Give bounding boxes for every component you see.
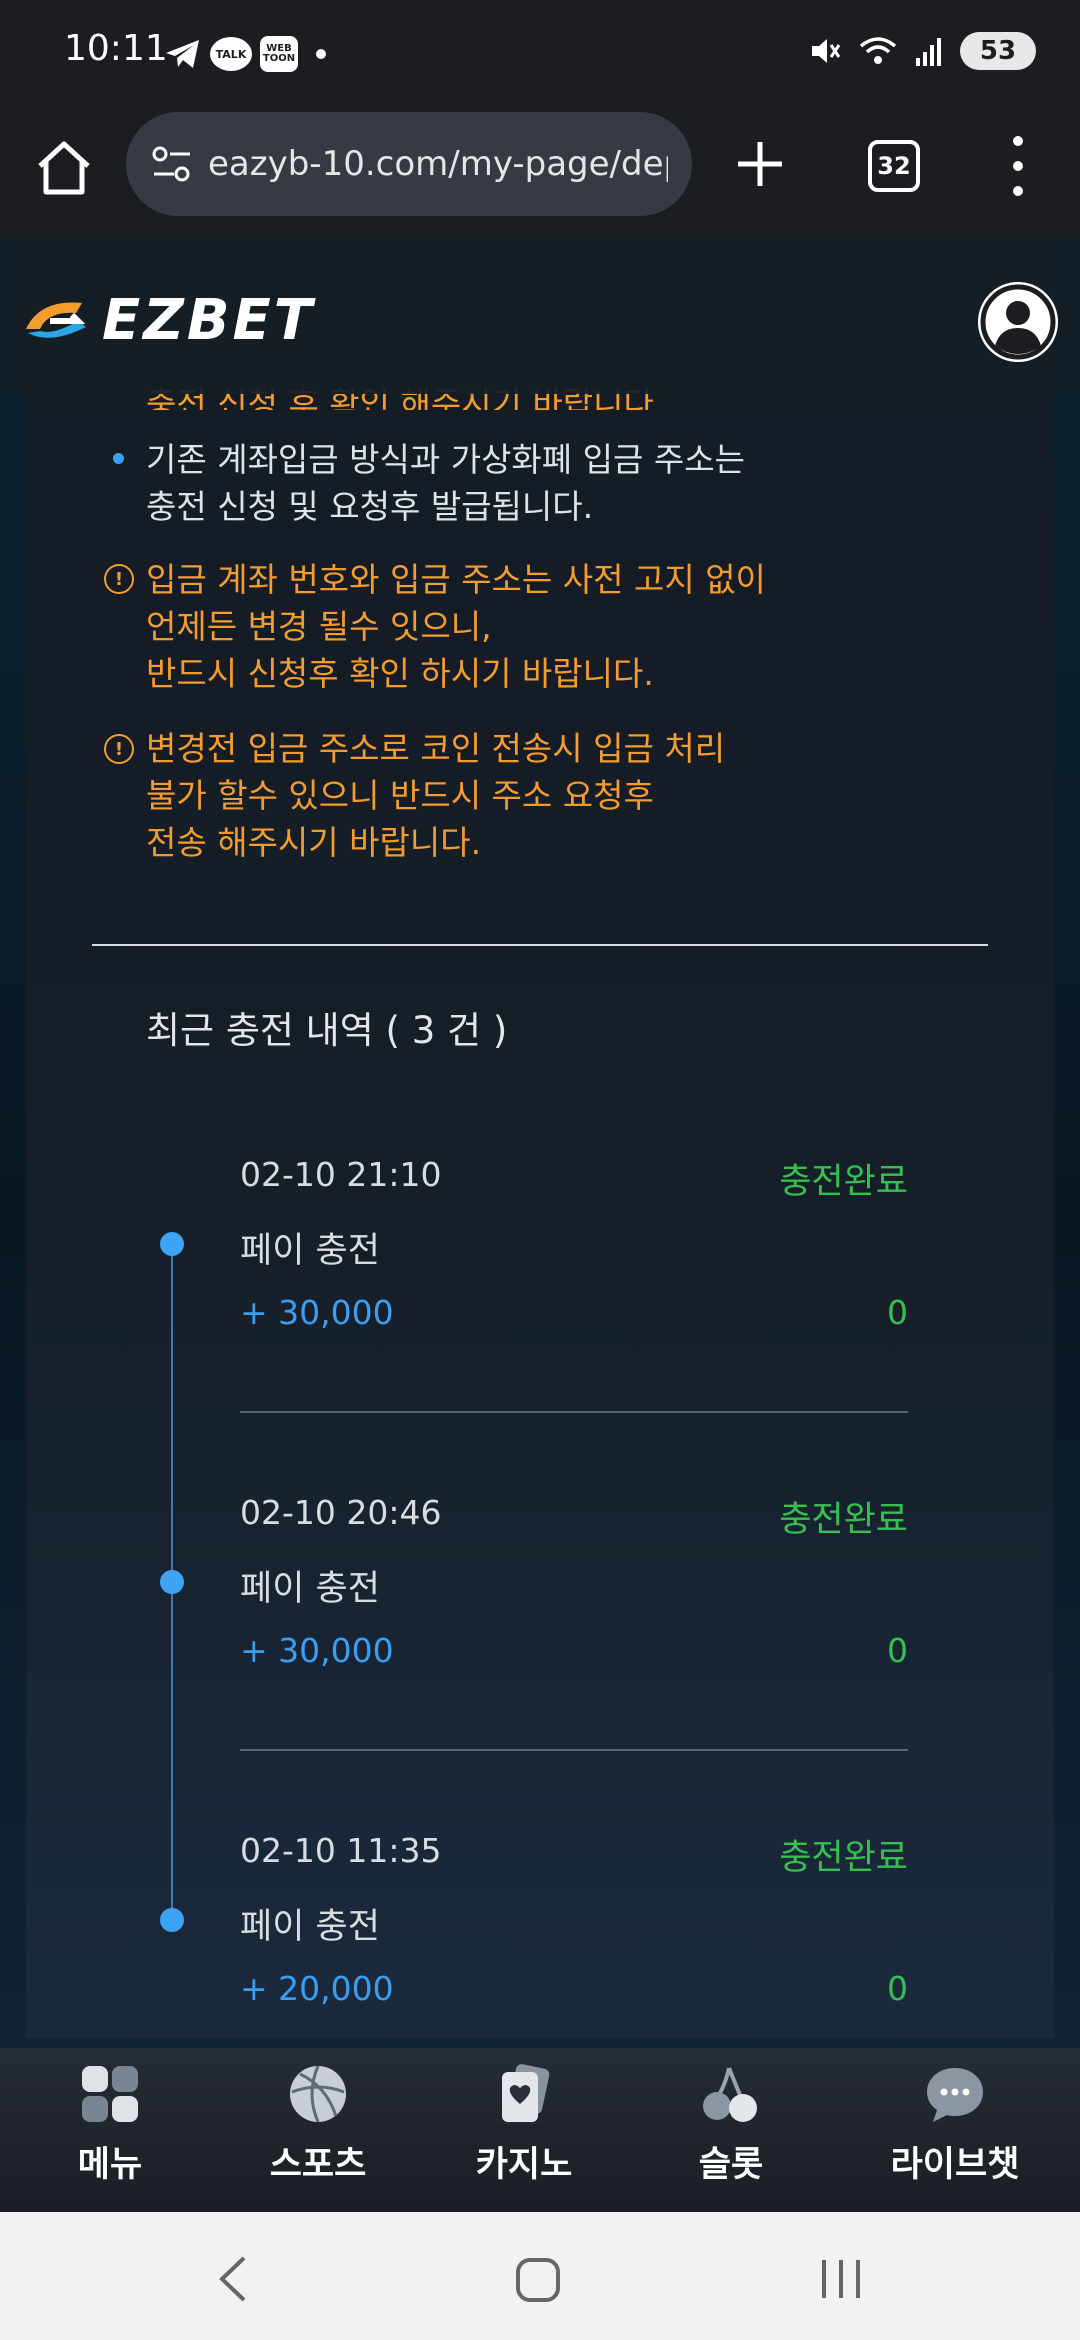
account-change-warning: 입금 계좌 번호와 입금 주소는 사전 고지 없이 언제든 변경 될수 잇으니,…: [146, 560, 766, 693]
clock: 10:11: [64, 28, 168, 69]
back-icon[interactable]: [214, 2254, 254, 2304]
coin-transfer-warning: 변경전 입금 주소로 코인 전송시 입금 처리 불가 할수 있으니 반드시 주소…: [146, 729, 726, 862]
signal-icon: [916, 38, 941, 66]
entry-type: 페이 충전: [240, 1907, 380, 1947]
nav-livechat[interactable]: 라이브챗: [880, 2062, 1030, 2187]
recents-icon[interactable]: [816, 2256, 866, 2302]
warning-icon: !: [104, 564, 134, 594]
timeline-dot: [160, 1232, 184, 1256]
bottom-nav: 메뉴 스포츠 카지노 슬롯 라이브챗: [0, 2048, 1080, 2212]
ball-icon: [290, 2065, 346, 2123]
new-tab-icon[interactable]: [732, 136, 788, 192]
profile-button[interactable]: [978, 282, 1058, 362]
chat-icon: [927, 2068, 983, 2122]
entry-status: 충전완료: [779, 1838, 908, 1878]
nav-slots[interactable]: 슬롯: [656, 2062, 806, 2187]
site-header: EZBET: [0, 238, 1080, 394]
entry-date: 02-10 20:46: [240, 1493, 442, 1532]
history-title: 최근 충전 내역 ( 3 건 ): [146, 1009, 508, 1052]
system-status: 53: [808, 32, 1036, 70]
nav-casino[interactable]: 카지노: [449, 2062, 599, 2187]
url-text[interactable]: eazyb-10.com/my-page/depos: [208, 144, 668, 184]
entry-type: 페이 충전: [240, 1231, 380, 1271]
entry-status: 충전완료: [779, 1500, 908, 1540]
browser-toolbar: eazyb-10.com/my-page/depos 32: [0, 100, 1080, 238]
bullet-icon: [113, 453, 124, 464]
timeline-dot: [160, 1908, 184, 1932]
logo-mark-icon: [26, 302, 86, 338]
timeline-dot: [160, 1570, 184, 1594]
user-icon: [978, 282, 1058, 362]
notification-icons: TALK WEB TOON: [164, 36, 326, 72]
telegram-icon: [166, 40, 199, 68]
more-menu-icon[interactable]: [1006, 136, 1030, 196]
entry-amount: + 30,000: [240, 1631, 394, 1670]
card-icon: [502, 2064, 550, 2122]
entry-amount: + 30,000: [240, 1293, 394, 1332]
home-nav-icon[interactable]: [514, 2256, 562, 2304]
address-bar[interactable]: eazyb-10.com/my-page/depos: [126, 112, 692, 216]
entry-bonus: 0: [887, 1631, 908, 1670]
entry-status: 충전완료: [779, 1162, 908, 1202]
grid-icon: [82, 2066, 138, 2122]
tab-switcher-button[interactable]: 32: [868, 140, 920, 192]
deposit-info-note: 기존 계좌입금 방식과 가상화폐 입금 주소는 충전 신청 및 요청후 발급됩니…: [146, 440, 745, 526]
cherry-icon: [703, 2067, 757, 2122]
site-settings-icon[interactable]: [150, 144, 194, 184]
logo-text: EZBET: [102, 288, 315, 353]
site-logo[interactable]: EZBET: [20, 288, 315, 353]
webtoon-icon: WEB TOON: [260, 36, 298, 72]
mute-icon: [812, 39, 841, 63]
status-bar: 10:11 TALK WEB TOON 53: [0, 0, 1080, 100]
nav-menu[interactable]: 메뉴: [35, 2062, 185, 2187]
entry-type: 페이 충전: [240, 1569, 380, 1609]
entry-date: 02-10 11:35: [240, 1831, 442, 1870]
entry-bonus: 0: [887, 1293, 908, 1332]
warning-icon: !: [104, 734, 134, 764]
more-notifications-dot: [316, 49, 326, 59]
entry-bonus: 0: [887, 1969, 908, 2008]
kakaotalk-icon: TALK: [210, 37, 252, 71]
home-icon[interactable]: [32, 136, 96, 200]
entry-date: 02-10 21:10: [240, 1155, 442, 1194]
section-divider: [92, 944, 988, 946]
entry-separator: [240, 1411, 908, 1413]
entry-separator: [240, 1749, 908, 1751]
system-navigation-bar: [0, 2212, 1080, 2340]
nav-sports[interactable]: 스포츠: [243, 2062, 393, 2187]
battery-indicator: 53: [960, 32, 1036, 70]
wifi-icon: [859, 37, 897, 64]
entry-amount: + 20,000: [240, 1969, 394, 2008]
